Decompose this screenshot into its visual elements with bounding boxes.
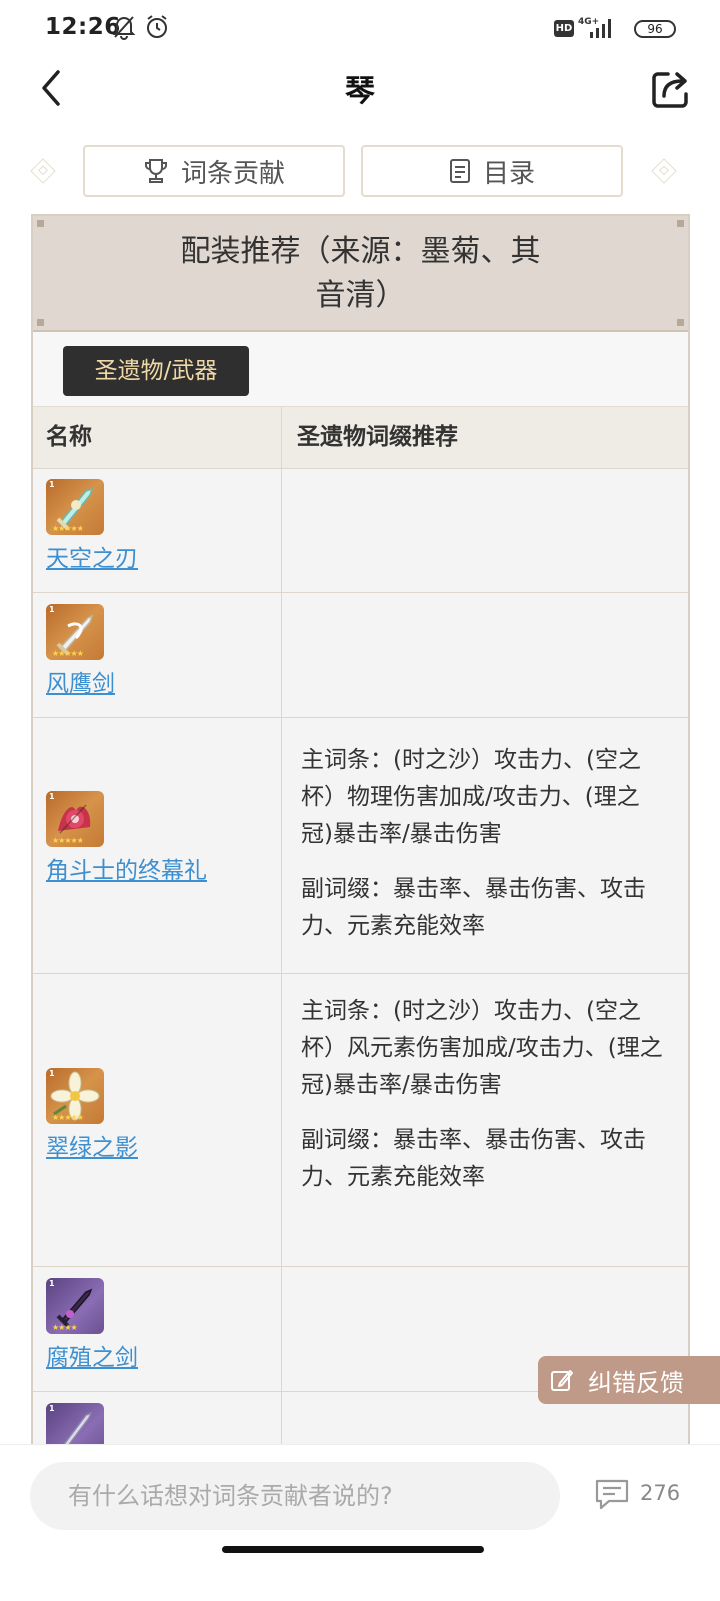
tab-contents[interactable]: 目录: [361, 145, 623, 197]
item-cell: 1 ★★★★★ 角斗士的终幕礼: [46, 791, 207, 885]
item-link[interactable]: 腐殖之剑: [46, 1338, 138, 1372]
sword-icon[interactable]: 1 ★★★★★: [46, 604, 104, 660]
card-header: 配装推荐（来源：墨菊、其 音清）: [33, 216, 688, 332]
tab-contributions[interactable]: 词条贡献: [83, 145, 345, 197]
comment-icon[interactable]: [593, 1477, 631, 1515]
sub-stat-text: 副词缀：暴击率、暴击伤害、攻击力、元素充能效率: [301, 1127, 646, 1190]
table-row: 1 ★★★★★ 天空之刃: [33, 468, 688, 593]
artifact-stats-text: 主词条：(时之沙）攻击力、(空之杯）风元素伤害加成/攻击力、(理之冠)暴击率/暴…: [301, 993, 671, 1214]
item-cell: 1 ★★★★★ 风鹰剑: [46, 604, 115, 698]
top-nav: 琴: [0, 58, 720, 120]
diamond-ornament-icon: [651, 158, 677, 184]
trophy-icon: [144, 159, 167, 183]
tab-contents-label: 目录: [482, 158, 535, 189]
diamond-ornament-icon: [30, 158, 56, 184]
artifact-stats-text: 主词条：(时之沙）攻击力、(空之杯）物理伤害加成/攻击力、(理之冠)暴击率/暴击…: [301, 742, 671, 963]
status-bar: 12:26 HD 4G+ 96: [0, 0, 720, 58]
corner-ornament: [37, 220, 44, 227]
sub-stat-text: 副词缀：暴击率、暴击伤害、攻击力、元素充能效率: [301, 876, 646, 939]
feedback-label: 纠错反馈: [588, 1368, 684, 1397]
section-title-line2: 音清）: [315, 278, 406, 313]
table-header: 名称 圣遗物词缀推荐: [33, 407, 688, 469]
tab-contributions-label: 词条贡献: [180, 158, 285, 189]
edit-icon: [551, 1370, 573, 1391]
item-cell: 1 ★★★★★ 天空之刃: [46, 479, 138, 573]
sword-icon[interactable]: 1 ★★★★★: [46, 479, 104, 535]
table-row: 1 ★★★★★ 翠绿之影 主词条：(时之沙）攻击力、(空之杯）风元素伤害加成/攻…: [33, 974, 688, 1267]
table-row: 1 ★★★★★ 角斗士的终幕礼 主词条：(时之沙）攻击力、(空之杯）物理伤害加成…: [33, 718, 688, 974]
main-stat-text: 主词条：(时之沙）攻击力、(空之杯）物理伤害加成/攻击力、(理之冠)暴击率/暴击…: [301, 747, 641, 847]
corner-ornament: [37, 319, 44, 326]
page-title: 琴: [345, 74, 375, 109]
bell-muted-icon: [112, 14, 136, 44]
alarm-icon: [144, 14, 170, 44]
item-cell: 1 ★★★★★ 翠绿之影: [46, 1068, 138, 1162]
comment-bar: 276: [0, 1444, 720, 1601]
corner-ornament: [677, 220, 684, 227]
signal-icon: [588, 18, 614, 42]
item-link[interactable]: 角斗士的终幕礼: [46, 851, 207, 885]
main-stat-text: 主词条：(时之沙）攻击力、(空之杯）风元素伤害加成/攻击力、(理之冠)暴击率/暴…: [301, 998, 663, 1098]
document-icon: [449, 159, 470, 183]
flower-artifact-icon[interactable]: 1 ★★★★★: [46, 1068, 104, 1124]
status-time: 12:26: [45, 14, 121, 40]
corner-ornament: [677, 319, 684, 326]
home-indicator[interactable]: [222, 1546, 484, 1553]
comment-count: 276: [640, 1481, 681, 1505]
filter-pill-artifact-weapon[interactable]: 圣遗物/武器: [63, 346, 249, 396]
table-row: 1 ★★★★★ 风鹰剑: [33, 593, 688, 718]
filter-row: 圣遗物/武器: [33, 332, 688, 407]
section-title: 配装推荐（来源：墨菊、其 音清）: [133, 230, 588, 318]
item-link[interactable]: 天空之刃: [46, 539, 138, 573]
loadout-card: 配装推荐（来源：墨菊、其 音清） 圣遗物/武器 名称 圣遗物词缀推荐 1 ★★★…: [31, 214, 690, 1454]
item-link[interactable]: 风鹰剑: [46, 664, 115, 698]
item-cell: 1 ★★★★ 腐殖之剑: [46, 1278, 138, 1372]
comment-input[interactable]: [30, 1462, 560, 1530]
hd-badge: HD: [554, 20, 574, 37]
column-header-artifact-stats: 圣遗物词缀推荐: [297, 424, 458, 450]
flower-artifact-icon[interactable]: 1 ★★★★★: [46, 791, 104, 847]
tab-bar: 词条贡献 目录: [0, 145, 720, 199]
item-link[interactable]: 翠绿之影: [46, 1128, 138, 1162]
share-icon[interactable]: [650, 68, 692, 114]
feedback-button[interactable]: 纠错反馈: [538, 1356, 720, 1404]
column-header-name: 名称: [46, 424, 92, 450]
section-title-line1: 配装推荐（来源：墨菊、其: [180, 234, 541, 269]
sword-icon[interactable]: 1 ★★★★: [46, 1278, 104, 1334]
battery-indicator: 96: [634, 20, 676, 38]
